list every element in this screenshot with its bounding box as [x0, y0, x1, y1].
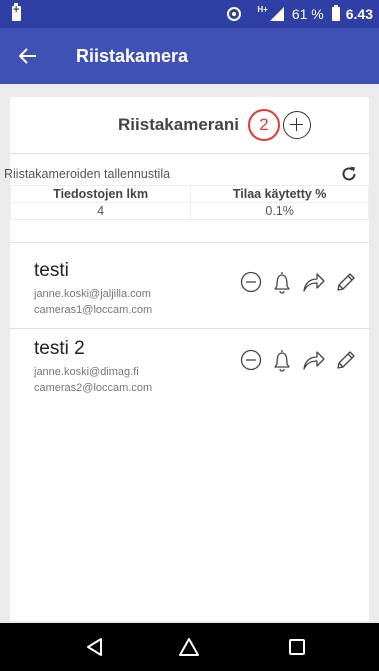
camera-name: testi: [34, 260, 69, 281]
share-camera-icon[interactable]: [302, 271, 326, 293]
battery-percent: 61 %: [291, 6, 324, 22]
nav-home-icon[interactable]: [177, 635, 201, 659]
status-icons: H+ 61 % 6.43: [227, 4, 373, 24]
back-arrow-icon[interactable]: [0, 28, 56, 84]
remove-camera-icon[interactable]: [240, 349, 262, 371]
battery-saver-icon: [12, 3, 21, 21]
camera-email: janne.koski@dimag.fi: [34, 366, 139, 378]
camera-actions: [240, 270, 357, 294]
storage-header-row: Tiedostojen lkm Tilaa käytetty %: [9, 185, 369, 203]
alarm-bell-icon[interactable]: [271, 270, 293, 294]
sync-icon: [227, 7, 242, 21]
system-nav-bar: [0, 623, 379, 671]
camera-server: cameras1@loccam.com: [34, 304, 153, 316]
alarm-bell-icon[interactable]: [271, 348, 293, 372]
signal-icon: [269, 7, 286, 21]
network-type: H+: [257, 5, 268, 14]
camera-actions: [240, 348, 357, 372]
share-camera-icon[interactable]: [302, 349, 326, 371]
card-title: Riistakamerani: [118, 114, 239, 134]
storage-table: Tiedostojen lkm Tilaa käytetty % 4 0.1%: [9, 185, 369, 220]
camera-count-badge: 2: [247, 108, 280, 141]
files-count-header: Tiedostojen lkm: [9, 185, 192, 203]
camera-list-item[interactable]: testi janne.koski@jaljilla.com cameras1@…: [10, 260, 369, 322]
divider: [10, 242, 369, 243]
page-title: Riistakamera: [76, 45, 189, 66]
space-used-value: 0.1%: [190, 202, 369, 220]
camera-server: cameras2@loccam.com: [34, 382, 153, 394]
files-count-value: 4: [9, 202, 192, 220]
nav-back-icon[interactable]: [83, 635, 107, 659]
remove-camera-icon[interactable]: [240, 271, 262, 293]
divider: [10, 153, 369, 154]
edit-camera-icon[interactable]: [335, 271, 357, 293]
add-camera-icon[interactable]: [282, 110, 311, 139]
edit-camera-icon[interactable]: [335, 349, 357, 371]
camera-email: janne.koski@jaljilla.com: [34, 288, 151, 300]
status-bar: H+ 61 % 6.43: [0, 0, 379, 28]
camera-list-item[interactable]: testi 2 janne.koski@dimag.fi cameras2@lo…: [10, 338, 369, 400]
battery-icon: [331, 5, 340, 21]
storage-value-row: 4 0.1%: [9, 202, 369, 220]
cameras-card: Riistakamerani 2 Riistakameroiden tallen…: [4, 97, 369, 621]
camera-name: testi 2: [34, 338, 85, 359]
app-bar: Riistakamera: [0, 28, 379, 84]
nav-recent-apps-icon[interactable]: [285, 635, 309, 659]
divider: [10, 328, 369, 329]
storage-label: Riistakameroiden tallennustila: [4, 167, 171, 181]
card-header: Riistakamerani 2: [10, 97, 369, 152]
space-used-header: Tilaa käytetty %: [190, 185, 369, 203]
clock: 6.43: [345, 6, 373, 22]
